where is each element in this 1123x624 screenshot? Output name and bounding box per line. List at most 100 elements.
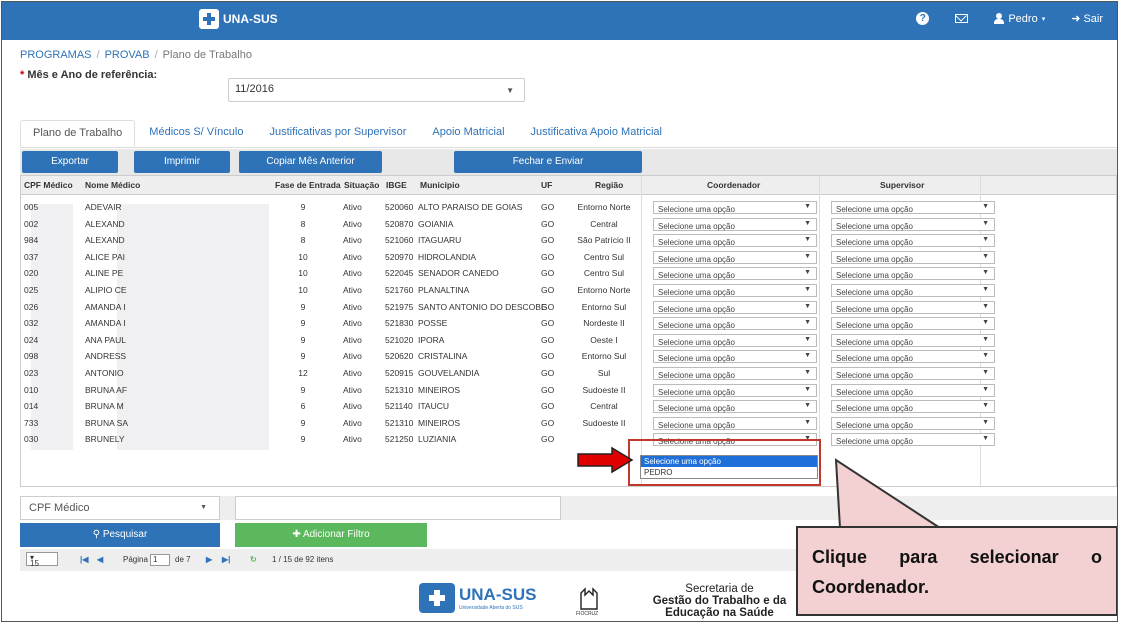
tab-justificativas-supervisor[interactable]: Justificativas por Supervisor — [257, 120, 418, 147]
coordenador-select[interactable]: Selecione uma opção ▼ — [653, 400, 817, 414]
breadcrumb-provab[interactable]: PROVAB — [105, 49, 150, 61]
supervisor-select-value: Selecione uma opção — [836, 254, 913, 264]
month-select[interactable]: 11/2016 ▼ — [228, 78, 525, 102]
search-button[interactable]: ⚲ Pesquisar — [20, 523, 220, 547]
table-row[interactable]: 002 ALEXAND 8 Ativo 520870 GOIANIA GO Central Se… — [21, 216, 1116, 233]
supervisor-select[interactable]: Selecione uma opção ▼ — [831, 284, 995, 297]
coordenador-select[interactable]: Selecione uma opção ▼ — [653, 350, 817, 364]
coordenador-select[interactable]: Selecione uma opção ▼ — [653, 333, 817, 347]
supervisor-select[interactable]: Selecione uma opção ▼ — [831, 333, 995, 347]
supervisor-select[interactable]: Selecione uma opção ▼ — [831, 250, 995, 264]
secretaria-line3: Educação na Saúde — [665, 607, 774, 619]
coordenador-select[interactable]: Selecione uma opção ▼ — [653, 317, 817, 331]
refresh-icon[interactable]: ↻ — [250, 555, 257, 564]
coordenador-select[interactable]: Selecione uma opção ▼ — [653, 284, 817, 297]
header-uf[interactable]: UF — [541, 180, 552, 190]
table-row[interactable]: 032 AMANDA I 9 Ativo 521830 POSSE GO Nordeste I… — [21, 315, 1116, 332]
header-regiao[interactable]: Região — [595, 180, 623, 190]
print-button[interactable]: Imprimir — [134, 151, 230, 173]
filter-field-select[interactable]: CPF Médico ▼ — [20, 496, 220, 520]
header-municipio[interactable]: Município — [420, 180, 460, 190]
table-row[interactable]: 014 BRUNA M 6 Ativo 521140 ITAUCU GO Central Sel… — [21, 398, 1116, 415]
coordenador-select-value: Selecione uma opção — [658, 205, 735, 214]
header-nome[interactable]: Nome Médico — [85, 180, 140, 190]
caret-down-icon: ▼ — [804, 369, 811, 376]
cell-situacao: Ativo — [343, 351, 362, 362]
mail-icon[interactable] — [955, 14, 969, 23]
first-page-icon[interactable]: |◀ — [80, 555, 88, 564]
table-row[interactable]: 984 ALEXAND 8 Ativo 521060 ITAGUARU GO São Patr… — [21, 232, 1116, 249]
coordenador-select[interactable]: Selecione uma opção ▼ — [653, 234, 817, 248]
table-row[interactable]: 037 ALICE PAI 10 Ativo 520970 HIDROLANDIA GO Ce… — [21, 249, 1116, 266]
supervisor-select[interactable]: Selecione uma opção ▼ — [831, 383, 995, 397]
caret-down-icon: ▼ — [982, 252, 989, 260]
supervisor-select[interactable]: Selecione uma opção ▼ — [831, 267, 995, 281]
supervisor-select[interactable]: Selecione uma opção ▼ — [831, 433, 995, 447]
tab-medicos-sem-vinculo[interactable]: Médicos S/ Vínculo — [137, 120, 255, 147]
logout-link[interactable]: ➜ Sair — [1071, 12, 1103, 26]
supervisor-select[interactable]: Selecione uma opção ▼ — [831, 400, 995, 414]
supervisor-select[interactable]: Selecione uma opção ▼ — [831, 300, 995, 314]
header-cpf[interactable]: CPF Médico — [24, 180, 73, 190]
instruction-callout: Clique para selecionar o Coordenador. — [796, 526, 1117, 616]
coordenador-select[interactable]: Selecione uma opção ▼ — [653, 250, 817, 264]
add-filter-button[interactable]: ✚ Adicionar Filtro — [235, 523, 427, 547]
coordenador-select[interactable]: Selecione uma opção ▼ — [653, 383, 817, 397]
page-size-select[interactable]: 15 ▾ — [26, 552, 58, 568]
prev-page-icon[interactable]: ◀ — [97, 555, 103, 564]
coordenador-select[interactable]: Selecione uma opção ▼ — [653, 416, 817, 430]
copy-previous-month-button[interactable]: Copiar Mês Anterior — [239, 151, 382, 173]
table-row[interactable]: 025 ALIPIO CE 10 Ativo 521760 PLANALTINA GO Ent… — [21, 282, 1116, 299]
supervisor-select[interactable]: Selecione uma opção ▼ — [831, 367, 995, 380]
caret-down-icon: ▼ — [804, 385, 811, 393]
table-row[interactable]: 010 BRUNA AF 9 Ativo 521310 MINEIROS GO Sudoest… — [21, 382, 1116, 399]
coordenador-select[interactable]: Selecione uma opção ▼ — [653, 300, 817, 314]
pager-summary: 1 / 15 de 92 itens — [272, 555, 334, 564]
header-coordenador[interactable]: Coordenador — [707, 180, 760, 190]
table-row[interactable]: 020 ALINE PE 10 Ativo 522045 SENADOR CANEDO GO… — [21, 265, 1116, 282]
header-situacao[interactable]: Situação — [344, 180, 379, 190]
table-row[interactable]: 030 BRUNELY 9 Ativo 521250 LUZIANIA GO Selecion… — [21, 431, 1116, 448]
table-row[interactable]: 026 AMANDA I 9 Ativo 521975 SANTO ANTONIO DO … — [21, 299, 1116, 316]
cell-regiao: Centro Sul — [583, 268, 625, 279]
last-page-icon[interactable]: ▶| — [222, 555, 230, 564]
header-ibge[interactable]: IBGE — [386, 180, 407, 190]
caret-down-icon: ▼ — [804, 252, 811, 260]
supervisor-select[interactable]: Selecione uma opção ▼ — [831, 201, 995, 214]
supervisor-select[interactable]: Selecione uma opção ▼ — [831, 350, 995, 364]
coordenador-select[interactable]: Selecione uma opção ▼ — [653, 267, 817, 281]
caret-down-icon: ▼ — [804, 203, 811, 210]
tab-apoio-matricial[interactable]: Apoio Matricial — [420, 120, 516, 147]
table-row[interactable]: 733 BRUNA SA 9 Ativo 521310 MINEIROS GO Sudoest… — [21, 415, 1116, 432]
cell-situacao: Ativo — [343, 318, 362, 329]
supervisor-select[interactable]: Selecione uma opção ▼ — [831, 416, 995, 430]
table-row[interactable]: 023 ANTONIO 12 Ativo 520915 GOUVELANDIA GO Sul S… — [21, 365, 1116, 382]
table-row[interactable]: 098 ANDRESS 9 Ativo 520620 CRISTALINA GO Entorn… — [21, 348, 1116, 365]
tab-plano-de-trabalho[interactable]: Plano de Trabalho — [20, 120, 136, 147]
supervisor-select[interactable]: Selecione uma opção ▼ — [831, 317, 995, 331]
page-number-input[interactable]: 1 — [150, 554, 170, 566]
coordenador-select[interactable]: Selecione uma opção ▼ — [653, 217, 817, 231]
cell-cpf: 098 — [24, 351, 39, 362]
breadcrumb-programas[interactable]: PROGRAMAS — [20, 49, 92, 61]
cell-regiao: Sudoeste II — [582, 417, 626, 428]
cell-cpf: 002 — [24, 218, 39, 229]
coordenador-select[interactable]: Selecione uma opção ▼ — [653, 367, 817, 380]
close-and-send-button[interactable]: Fechar e Enviar — [454, 151, 642, 173]
header-supervisor[interactable]: Supervisor — [880, 180, 924, 190]
filter-value-input[interactable] — [235, 496, 561, 520]
user-menu[interactable]: Pedro ▾ — [994, 13, 1045, 25]
supervisor-select[interactable]: Selecione uma opção ▼ — [831, 217, 995, 231]
coordenador-select[interactable]: Selecione uma opção ▼ — [653, 201, 817, 214]
tab-justificativa-apoio-matricial[interactable]: Justificativa Apoio Matricial — [519, 120, 674, 147]
brand-logo[interactable]: UNA-SUS — [199, 9, 278, 29]
export-button[interactable]: Exportar — [22, 151, 118, 173]
next-page-icon[interactable]: ▶ — [206, 555, 212, 564]
header-fase[interactable]: Fase de Entrada — [275, 180, 341, 190]
supervisor-select[interactable]: Selecione uma opção ▼ — [831, 234, 995, 248]
table-row[interactable]: 005 ADEVAIR 9 Ativo 520060 ALTO PARAISO DE GO… — [21, 199, 1116, 216]
cell-ibge: 520870 — [385, 218, 414, 229]
table-row[interactable]: 024 ANA PAUL 9 Ativo 521020 IPORA GO Oeste I Sel… — [21, 332, 1116, 349]
help-icon[interactable]: ? — [916, 12, 930, 25]
caret-down-icon: ▼ — [982, 269, 989, 277]
